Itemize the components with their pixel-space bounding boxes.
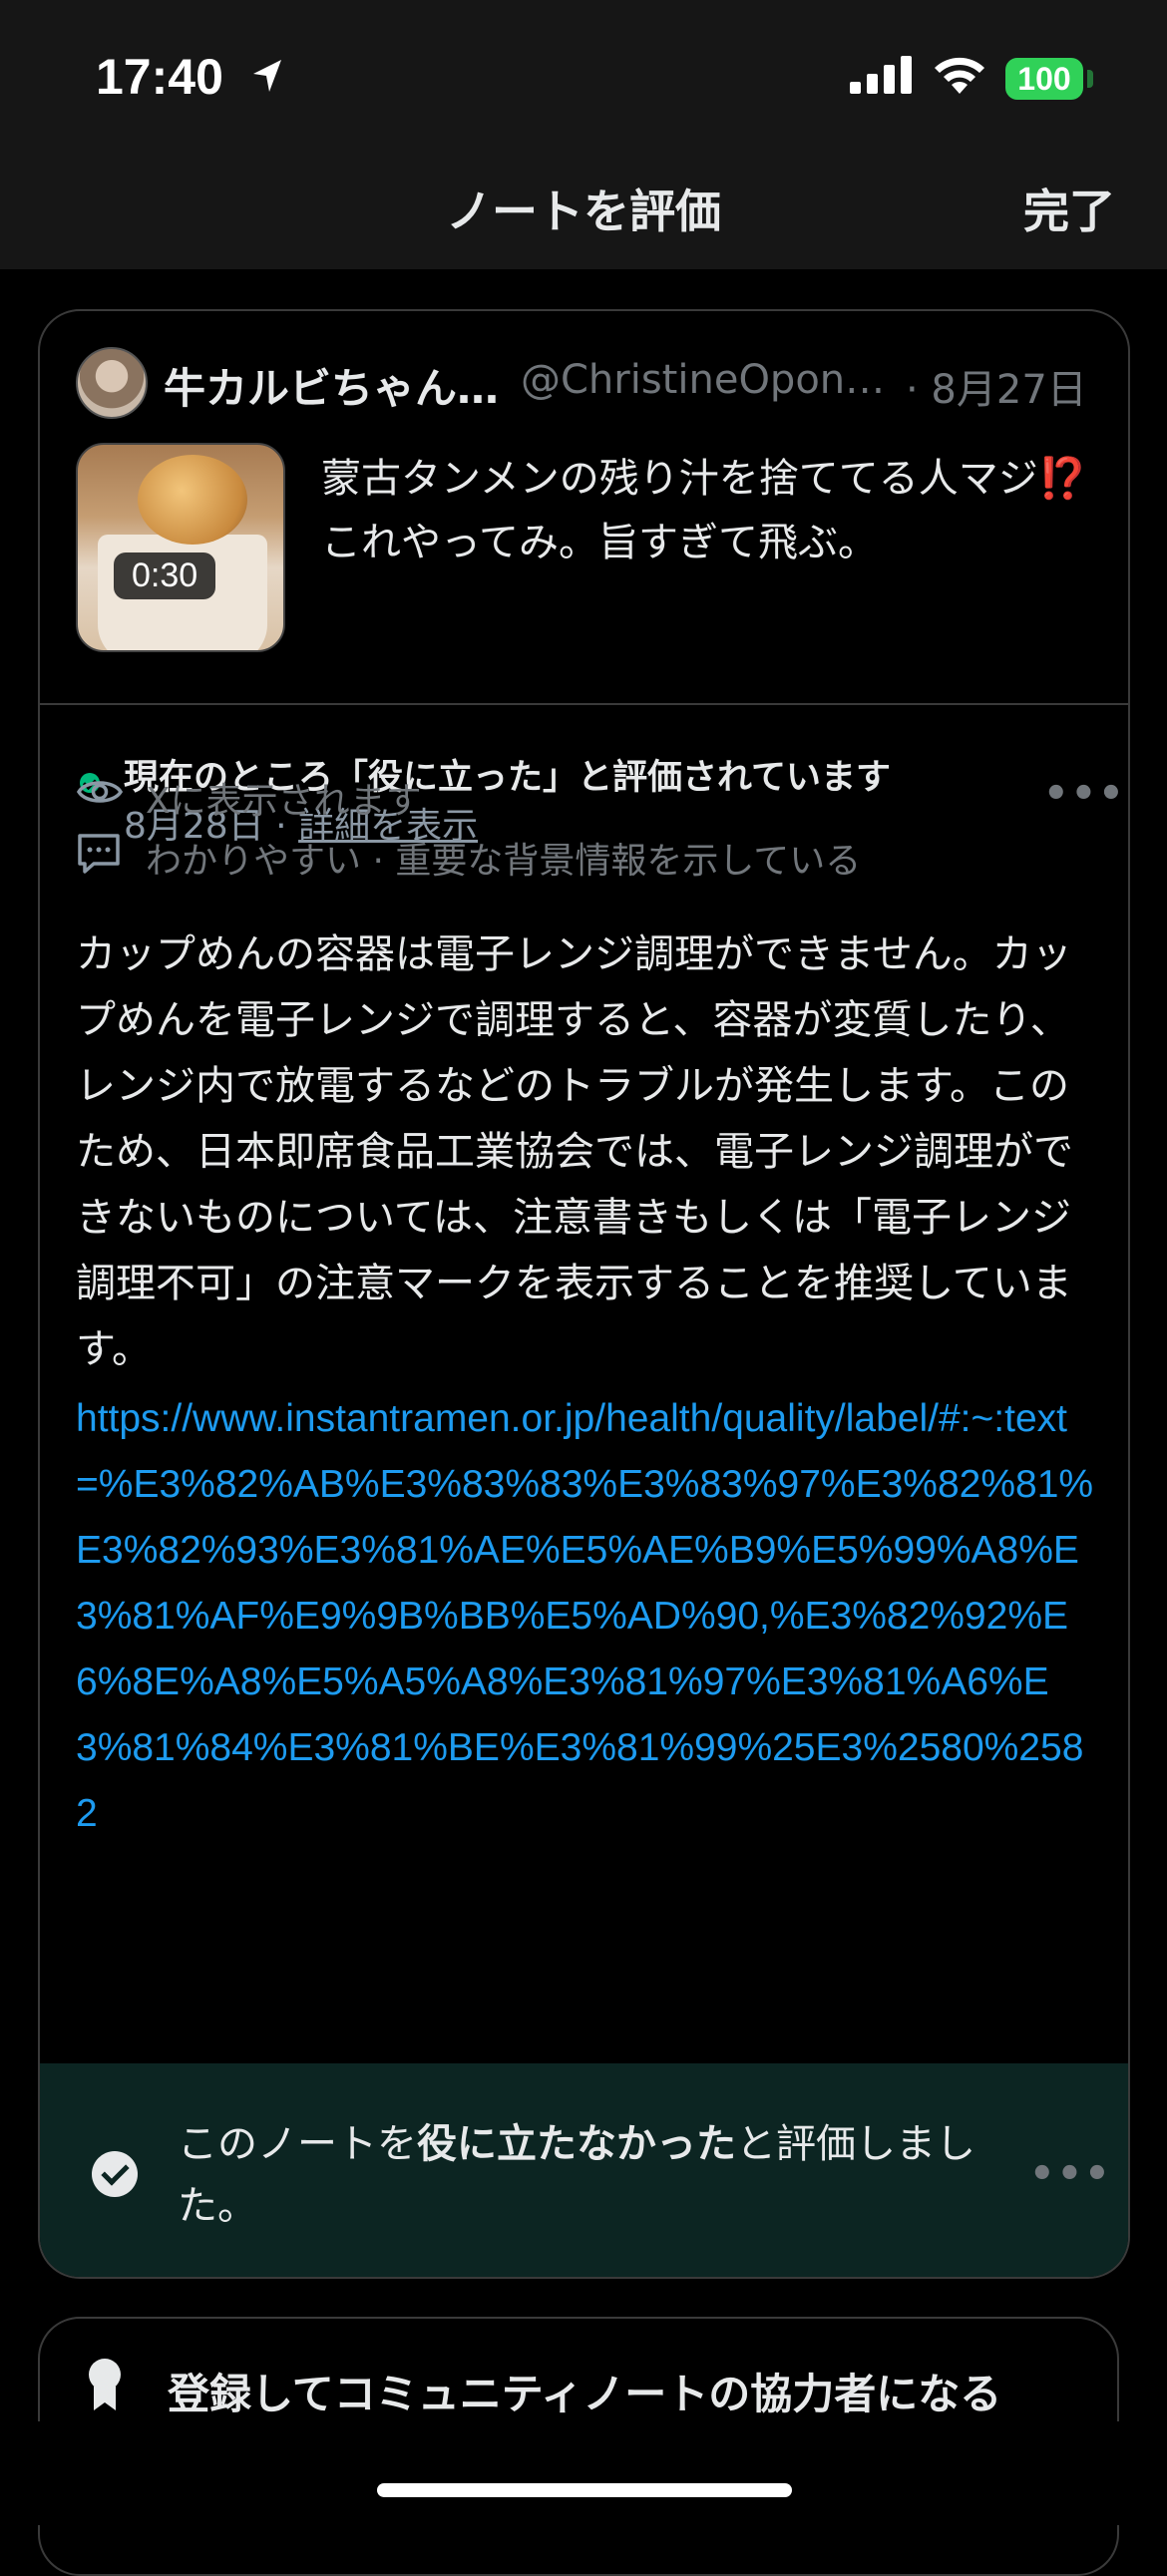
tweet-text-part-2: これやってみ。旨すぎて飛ぶ。 — [321, 520, 878, 565]
status-bar: 17:40 100 — [0, 0, 1167, 150]
done-button[interactable]: 完了 — [1023, 176, 1115, 241]
nav-bar: ノートを評価 完了 — [0, 150, 1167, 269]
author-name: 牛カルビちゃん… — [164, 364, 500, 413]
comment-icon — [78, 834, 120, 874]
medal-icon — [89, 2359, 121, 2410]
source-link[interactable]: https://www.instantramen.or.jp/health/qu… — [76, 1386, 1103, 1847]
shown-on-x-text: Xに表示されます — [146, 781, 422, 822]
tweet-text-part-1: 蒙古タンメンの残り汁を捨ててる人マジ — [321, 456, 1038, 502]
tweet-date: · 8月27日 — [906, 367, 1087, 413]
page-title: ノートを評価 — [446, 184, 721, 238]
bottom-area — [0, 2421, 1167, 2525]
avatar[interactable] — [76, 347, 148, 419]
rating-more-button[interactable]: ••• — [1029, 2151, 1112, 2197]
contributor-signup-label: 登録してコミュニティノートの協力者になる — [168, 2370, 1002, 2418]
tweet-preview[interactable]: 牛カルビちゃん… @ChristineOpon… · 8月27日 0:30 蒙古… — [40, 311, 1128, 705]
tweet-text: 蒙古タンメンの残り汁を捨ててる人マジ⁉️ これやってみ。旨すぎて飛ぶ。 — [321, 447, 1099, 574]
location-arrow-icon — [253, 60, 281, 92]
battery-tip — [1087, 70, 1093, 88]
eye-icon — [76, 781, 124, 803]
interrobang-emoji: ⁉️ — [1037, 456, 1088, 502]
cellular-signal-icon — [850, 56, 912, 94]
video-thumbnail[interactable]: 0:30 — [76, 443, 285, 652]
wifi-icon — [935, 57, 984, 94]
video-duration: 0:30 — [114, 552, 216, 599]
rating-prefix: このノートを — [178, 2121, 417, 2167]
note-body: カップめんの容器は電子レンジ調理ができません。カップめんを電子レンジで調理すると… — [76, 931, 1073, 1372]
author-handle: @ChristineOpon… — [521, 357, 886, 403]
rating-emphasis: 役に立たなかった — [417, 2121, 736, 2167]
battery-indicator: 100 — [1005, 58, 1083, 100]
reasons-text: わかりやすい · 重要な背景情報を示している — [146, 841, 862, 882]
rating-text: このノートを役に立たなかったと評価しました。 — [178, 2113, 1015, 2237]
status-time: 17:40 — [96, 49, 223, 105]
check-circle-icon — [92, 2151, 138, 2197]
home-indicator[interactable] — [377, 2483, 792, 2497]
note-card: 牛カルビちゃん… @ChristineOpon… · 8月27日 0:30 蒙古… — [38, 309, 1130, 2279]
rating-confirmation: このノートを役に立たなかったと評価しました。 ••• — [40, 2063, 1128, 2277]
thumbnail-food — [138, 455, 247, 545]
note-more-button[interactable]: ••• — [1043, 771, 1126, 817]
